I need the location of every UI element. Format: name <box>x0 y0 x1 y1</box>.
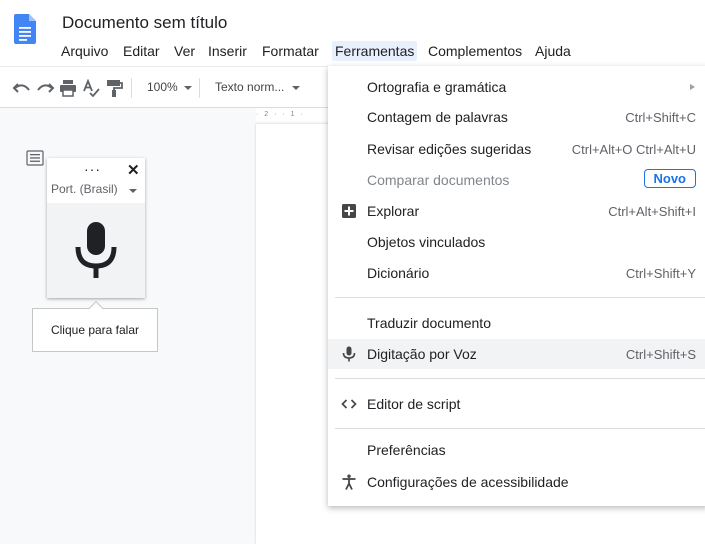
menu-complementos[interactable]: Complementos <box>425 41 525 61</box>
menu-item-translate-document[interactable]: Traduzir documento <box>328 308 705 338</box>
menu-item-shortcut: Ctrl+Shift+S <box>625 347 696 362</box>
menu-ferramentas[interactable]: Ferramentas <box>332 41 418 61</box>
menu-item-script-editor[interactable]: Editor de script <box>328 389 705 419</box>
menu-arquivo[interactable]: Arquivo <box>58 41 111 61</box>
more-options-icon[interactable]: ··· <box>84 161 101 177</box>
menu-item-preferences[interactable]: Preferências <box>328 435 705 465</box>
menu-item-label: Objetos vinculados <box>367 234 486 250</box>
microphone-icon <box>75 222 117 278</box>
submenu-arrow-icon <box>690 84 695 90</box>
menu-item-shortcut: Ctrl+Shift+Y <box>625 266 696 281</box>
menu-item-label: Ortografia e gramática <box>367 79 507 95</box>
zoom-select[interactable]: 100% <box>147 80 178 94</box>
menu-item-word-count[interactable]: Contagem de palavras Ctrl+Shift+C <box>328 102 705 132</box>
voice-typing-panel: ··· ✕ Port. (Brasil) <box>47 158 145 298</box>
undo-icon[interactable] <box>12 79 32 97</box>
menu-item-label: Revisar edições sugeridas <box>367 141 532 157</box>
menu-inserir[interactable]: Inserir <box>205 41 250 61</box>
google-docs-logo-icon[interactable] <box>14 14 36 44</box>
language-select[interactable]: Port. (Brasil) <box>51 182 118 196</box>
print-icon[interactable] <box>58 79 78 97</box>
menu-editar[interactable]: Editar <box>120 41 163 61</box>
menu-item-label: Preferências <box>367 442 446 458</box>
menu-ajuda[interactable]: Ajuda <box>532 41 574 61</box>
menu-item-shortcut: Ctrl+Alt+Shift+I <box>608 204 696 219</box>
new-badge: Novo <box>643 169 696 188</box>
menu-item-label: Editor de script <box>367 396 461 412</box>
menu-item-review-suggested-edits[interactable]: Revisar edições sugeridas Ctrl+Alt+O Ctr… <box>328 134 705 164</box>
menu-item-accessibility-settings[interactable]: Configurações de acessibilidade <box>328 467 705 497</box>
toolbar-divider <box>131 78 132 98</box>
menu-item-label: Dicionário <box>367 265 430 281</box>
menu-item-compare-documents: Comparar documentos Novo <box>328 165 705 195</box>
menu-item-label: Digitação por Voz <box>367 346 477 362</box>
menu-formatar[interactable]: Formatar <box>259 41 322 61</box>
chevron-down-icon[interactable] <box>129 189 137 193</box>
toolbar-divider <box>199 78 200 98</box>
tools-dropdown-menu: Ortografia e gramática Contagem de palav… <box>328 66 705 506</box>
menu-item-dictionary[interactable]: Dicionário Ctrl+Shift+Y <box>328 258 705 288</box>
microphone-button[interactable] <box>47 203 145 298</box>
menu-item-linked-objects[interactable]: Objetos vinculados <box>328 227 705 257</box>
code-icon <box>341 399 357 409</box>
menu-item-explore[interactable]: Explorar Ctrl+Alt+Shift+I <box>328 196 705 226</box>
menu-item-label: Comparar documentos <box>367 172 510 188</box>
document-title[interactable]: Documento sem título <box>62 13 227 33</box>
menu-item-shortcut: Ctrl+Shift+C <box>625 110 696 125</box>
zoom-caret-icon[interactable] <box>184 86 192 90</box>
paint-format-icon[interactable] <box>104 79 124 97</box>
menu-item-label: Traduzir documento <box>367 315 491 331</box>
style-caret-icon[interactable] <box>292 86 300 90</box>
microphone-icon <box>342 346 356 362</box>
menu-divider <box>335 428 705 429</box>
menu-divider <box>335 378 705 379</box>
menu-item-label: Explorar <box>367 203 420 219</box>
menu-item-shortcut: Ctrl+Alt+O Ctrl+Alt+U <box>571 142 696 157</box>
menu-ver[interactable]: Ver <box>171 41 198 61</box>
accessibility-icon <box>342 474 356 490</box>
menu-item-label: Contagem de palavras <box>367 109 508 125</box>
spellcheck-icon[interactable] <box>81 79 101 97</box>
docs-header: Documento sem título Arquivo Editar Ver … <box>0 0 705 66</box>
menu-item-spelling-grammar[interactable]: Ortografia e gramática <box>328 72 705 102</box>
paragraph-style-select[interactable]: Texto norm... <box>215 80 284 94</box>
explore-icon <box>342 204 356 218</box>
menu-item-label: Configurações de acessibilidade <box>367 474 569 490</box>
menu-item-voice-typing[interactable]: Digitação por Voz Ctrl+Shift+S <box>328 339 705 369</box>
document-outline-icon[interactable] <box>26 150 44 166</box>
redo-icon[interactable] <box>35 79 55 97</box>
close-icon[interactable]: ✕ <box>127 161 140 179</box>
menu-divider <box>335 297 705 298</box>
